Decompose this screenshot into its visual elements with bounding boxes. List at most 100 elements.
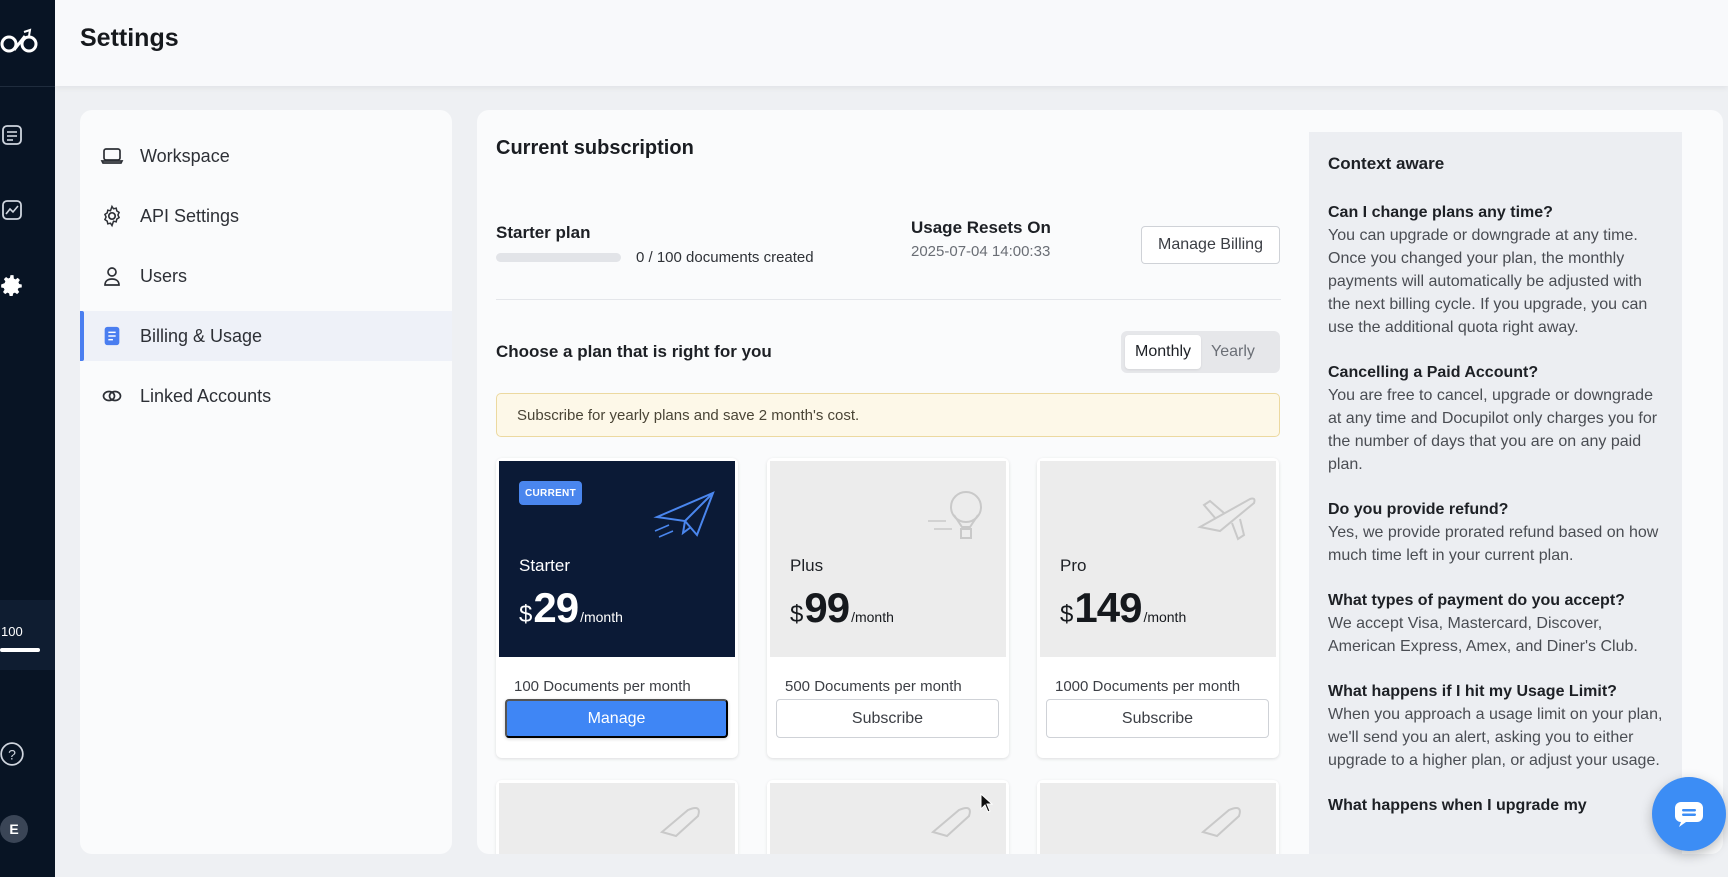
faq-answer: Yes, we provide prorated refund based on… bbox=[1328, 524, 1659, 564]
plan-card-header: Plus $ 99 /month bbox=[770, 461, 1006, 657]
page-title: Settings bbox=[80, 24, 179, 52]
billing-period-toggle: Monthly Yearly bbox=[1121, 331, 1280, 373]
yearly-notice: Subscribe for yearly plans and save 2 mo… bbox=[496, 393, 1280, 437]
faq-question: Cancelling a Paid Account? bbox=[1328, 364, 1539, 381]
faq-item: What happens when I upgrade my bbox=[1328, 794, 1663, 817]
faq-answer: When you approach a usage limit on your … bbox=[1328, 706, 1663, 769]
faq-answer: We accept Visa, Mastercard, Discover, Am… bbox=[1328, 615, 1638, 655]
price-amount: 29 bbox=[533, 584, 579, 631]
toggle-monthly[interactable]: Monthly bbox=[1125, 335, 1202, 369]
link-icon bbox=[100, 384, 124, 408]
svg-text:?: ? bbox=[8, 746, 16, 762]
plan-card-header: CURRENT Starter $ 29 /month bbox=[499, 461, 735, 657]
chat-launcher-button[interactable] bbox=[1652, 777, 1726, 851]
billing-panel: Current subscription Starter plan 0 / 10… bbox=[477, 110, 1723, 854]
top-header: Settings bbox=[55, 0, 1728, 86]
faq-item: Can I change plans any time? You can upg… bbox=[1328, 201, 1663, 339]
chat-icon bbox=[1675, 802, 1703, 827]
mouse-cursor-icon bbox=[980, 793, 994, 813]
rocket-icon bbox=[1200, 807, 1241, 838]
plan-card-header: Pro $ 149 /month bbox=[1040, 461, 1276, 657]
plan-price: $ 29 /month bbox=[519, 584, 623, 632]
faq-question: What happens when I upgrade my bbox=[1328, 797, 1587, 814]
faq-item: Do you provide refund? Yes, we provide p… bbox=[1328, 498, 1663, 567]
airplane-icon bbox=[1197, 497, 1256, 541]
plan-price: $ 99 /month bbox=[790, 584, 894, 632]
plan-docs-quota: 100 Documents per month bbox=[514, 678, 691, 695]
help-icon[interactable]: ? bbox=[0, 740, 26, 768]
price-amount: 99 bbox=[804, 584, 850, 631]
rail-usage-widget[interactable]: 100 bbox=[0, 600, 55, 670]
plan-name: Pro bbox=[1060, 556, 1087, 575]
plan-card-plus: Plus $ 99 /month 500 Documents per month… bbox=[767, 458, 1009, 758]
nav-item-workspace[interactable]: Workspace bbox=[80, 131, 452, 181]
usage-reset-label: Usage Resets On bbox=[911, 218, 1051, 237]
faq-item: What types of payment do you accept? We … bbox=[1328, 589, 1663, 658]
faq-question: What types of payment do you accept? bbox=[1328, 592, 1625, 609]
user-avatar[interactable]: E bbox=[0, 815, 28, 843]
subscribe-plus-button[interactable]: Subscribe bbox=[776, 699, 999, 738]
documents-icon[interactable] bbox=[0, 121, 26, 149]
section-title: Current subscription bbox=[496, 137, 694, 159]
hot-air-balloon-icon bbox=[928, 491, 982, 539]
price-period: /month bbox=[580, 609, 623, 625]
context-title: Context aware bbox=[1328, 154, 1445, 173]
plan-name: Plus bbox=[790, 556, 824, 575]
nav-item-billing-usage[interactable]: Billing & Usage bbox=[80, 311, 452, 361]
app-rail: 100 ? E bbox=[0, 0, 55, 877]
plan-docs-quota: 500 Documents per month bbox=[785, 678, 962, 695]
manage-billing-button[interactable]: Manage Billing bbox=[1141, 226, 1280, 264]
plan-price: $ 149 /month bbox=[1060, 584, 1186, 632]
faq-item: Cancelling a Paid Account? You are free … bbox=[1328, 361, 1663, 476]
rail-usage-bar bbox=[0, 648, 40, 652]
nav-item-label: Users bbox=[140, 265, 188, 286]
nav-item-label: API Settings bbox=[140, 205, 240, 226]
faq-question: Do you provide refund? bbox=[1328, 501, 1509, 518]
usage-progress-bar bbox=[496, 253, 621, 262]
nav-item-label: Workspace bbox=[140, 145, 230, 166]
nav-item-api-settings[interactable]: API Settings bbox=[80, 191, 452, 241]
laptop-icon bbox=[100, 144, 124, 168]
rocket-icon bbox=[930, 807, 971, 838]
plan-card-pro: Pro $ 149 /month 1000 Documents per mont… bbox=[1037, 458, 1279, 758]
price-currency: $ bbox=[1060, 601, 1074, 628]
price-currency: $ bbox=[790, 601, 804, 628]
nav-item-label: Linked Accounts bbox=[140, 385, 272, 406]
subscribe-pro-button[interactable]: Subscribe bbox=[1046, 699, 1269, 738]
document-icon bbox=[100, 324, 124, 348]
context-aware-panel: Context aware Can I change plans any tim… bbox=[1309, 132, 1682, 854]
plan-card-partial bbox=[767, 780, 1009, 854]
faq-question: What happens if I hit my Usage Limit? bbox=[1328, 683, 1617, 700]
settings-gear-icon[interactable] bbox=[0, 272, 26, 300]
nav-item-linked-accounts[interactable]: Linked Accounts bbox=[80, 371, 452, 421]
plan-name: Starter bbox=[519, 556, 571, 575]
plans-heading: Choose a plan that is right for you bbox=[496, 342, 772, 361]
faq-answer: You are free to cancel, upgrade or downg… bbox=[1328, 387, 1658, 473]
rail-divider bbox=[0, 86, 55, 87]
rocket-icon bbox=[659, 807, 700, 838]
plan-card-partial bbox=[1037, 780, 1279, 854]
current-plan-name: Starter plan bbox=[496, 223, 591, 242]
current-badge: CURRENT bbox=[519, 481, 582, 505]
faq-answer: You can upgrade or downgrade at any time… bbox=[1328, 227, 1648, 336]
rail-usage-count: 100 bbox=[1, 624, 23, 639]
user-icon bbox=[100, 264, 124, 288]
toggle-yearly[interactable]: Yearly bbox=[1201, 335, 1265, 369]
analytics-icon[interactable] bbox=[0, 196, 26, 224]
faq-question: Can I change plans any time? bbox=[1328, 204, 1553, 221]
plan-docs-quota: 1000 Documents per month bbox=[1055, 678, 1241, 695]
nav-item-label: Billing & Usage bbox=[140, 325, 263, 346]
price-currency: $ bbox=[519, 601, 533, 628]
faq-item: What happens if I hit my Usage Limit? Wh… bbox=[1328, 680, 1663, 772]
price-amount: 149 bbox=[1074, 584, 1142, 631]
section-divider bbox=[496, 299, 1281, 300]
logo-icon[interactable] bbox=[0, 22, 40, 62]
settings-nav: Workspace API Settings Users Billing & U… bbox=[80, 110, 452, 854]
nav-item-users[interactable]: Users bbox=[80, 251, 452, 301]
usage-reset-date: 2025-07-04 14:00:33 bbox=[911, 243, 1051, 260]
plan-card-partial bbox=[496, 780, 738, 854]
usage-text: 0 / 100 documents created bbox=[636, 249, 814, 266]
plan-card-starter: CURRENT Starter $ 29 /month 100 Document… bbox=[496, 458, 738, 758]
manage-plan-button[interactable]: Manage bbox=[505, 699, 728, 738]
price-period: /month bbox=[851, 609, 894, 625]
